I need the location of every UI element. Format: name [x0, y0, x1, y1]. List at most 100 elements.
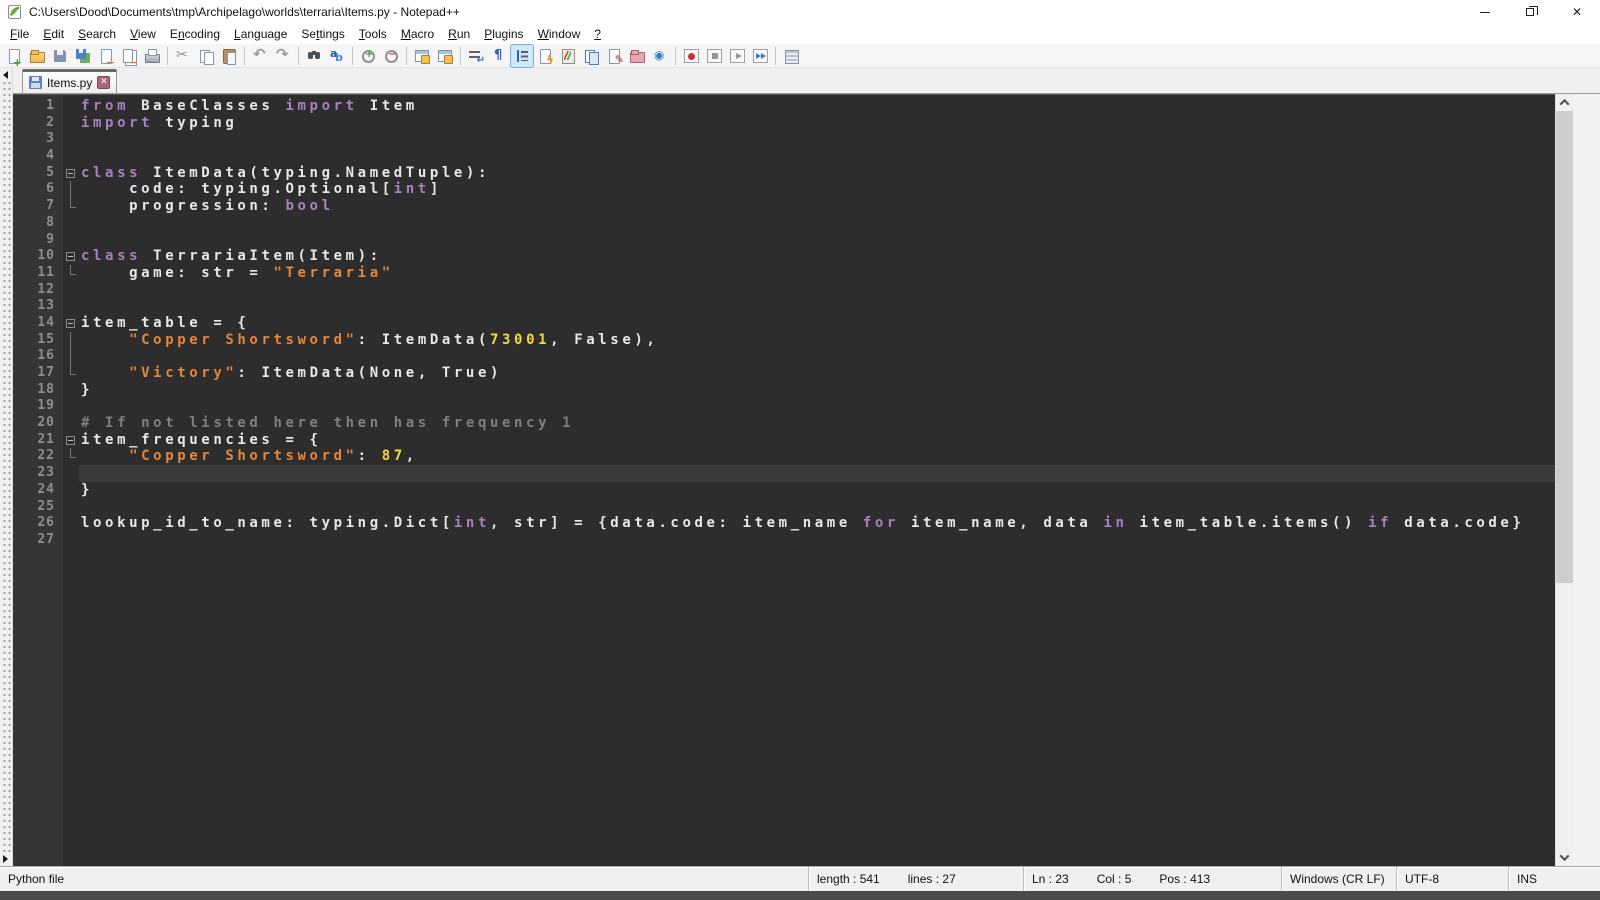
open-file-icon[interactable] [26, 45, 48, 67]
menu-tools[interactable]: Tools [352, 25, 394, 43]
sync-horizontal-scroll-icon[interactable] [434, 45, 456, 67]
line-number[interactable]: 21 [13, 432, 63, 449]
menu-search[interactable]: Search [71, 25, 123, 43]
code-line[interactable]: 4 [13, 148, 1555, 165]
folder-as-workspace-icon[interactable] [626, 45, 648, 67]
fold-marker-start[interactable] [63, 315, 79, 332]
undo-icon[interactable] [249, 45, 271, 67]
menu-view[interactable]: View [123, 25, 163, 43]
code-line[interactable]: 3 [13, 131, 1555, 148]
code-line[interactable]: 10class TerrariaItem(Item): [13, 248, 1555, 265]
line-number[interactable]: 19 [13, 398, 63, 415]
line-number[interactable]: 26 [13, 515, 63, 532]
code-line[interactable]: 9 [13, 232, 1555, 249]
line-number[interactable]: 12 [13, 282, 63, 299]
zoom-in-icon[interactable] [357, 45, 379, 67]
code-line[interactable]: 11 game: str = "Terraria" [13, 265, 1555, 282]
save-all-icon[interactable] [72, 45, 94, 67]
code-line[interactable]: 17 "Victory": ItemData(None, True) [13, 365, 1555, 382]
line-number[interactable]: 23 [13, 465, 63, 482]
menu-run[interactable]: Run [441, 25, 477, 43]
close-button[interactable]: ✕ [1554, 0, 1600, 24]
code-line[interactable]: 25 [13, 499, 1555, 516]
tab-close-icon[interactable] [97, 76, 110, 89]
menu-plugins[interactable]: Plugins [477, 25, 530, 43]
code-line[interactable]: 24} [13, 482, 1555, 499]
line-number[interactable]: 2 [13, 115, 63, 132]
line-number[interactable]: 27 [13, 532, 63, 549]
redo-icon[interactable] [272, 45, 294, 67]
code-line[interactable]: 15 "Copper Shortsword": ItemData(73001, … [13, 332, 1555, 349]
code-line[interactable]: 21item_frequencies = { [13, 432, 1555, 449]
macro-run-multiple-icon[interactable] [749, 45, 771, 67]
code-line[interactable]: 26lookup_id_to_name: typing.Dict[int, st… [13, 515, 1555, 532]
line-number[interactable]: 7 [13, 198, 63, 215]
fold-marker-start[interactable] [63, 432, 79, 449]
line-number[interactable]: 15 [13, 332, 63, 349]
word-wrap-icon[interactable] [465, 45, 487, 67]
code-line[interactable]: 12 [13, 282, 1555, 299]
zoom-out-icon[interactable] [380, 45, 402, 67]
new-file-icon[interactable] [3, 45, 25, 67]
line-number[interactable]: 14 [13, 315, 63, 332]
menu-help[interactable]: ? [587, 25, 608, 43]
tab-items-py[interactable]: Items.py [22, 69, 117, 93]
code-line[interactable]: 1from BaseClasses import Item [13, 98, 1555, 115]
close-file-icon[interactable] [95, 45, 117, 67]
define-language-icon[interactable] [603, 45, 625, 67]
save-file-icon[interactable] [49, 45, 71, 67]
menu-encoding[interactable]: Encoding [163, 25, 227, 43]
editor[interactable]: 1from BaseClasses import Item2import typ… [13, 94, 1555, 866]
line-number[interactable]: 25 [13, 499, 63, 516]
print-icon[interactable] [141, 45, 163, 67]
menu-macro[interactable]: Macro [394, 25, 441, 43]
maximize-button[interactable] [1508, 0, 1554, 24]
code-area[interactable]: 1from BaseClasses import Item2import typ… [13, 95, 1555, 866]
menu-edit[interactable]: Edit [36, 25, 71, 43]
line-number[interactable]: 16 [13, 348, 63, 365]
code-line-current[interactable]: 23 [13, 465, 1555, 482]
monitoring-icon[interactable] [649, 45, 671, 67]
menu-settings[interactable]: Settings [294, 25, 351, 43]
code-line[interactable]: 2import typing [13, 115, 1555, 132]
dock-expand-arrow-icon[interactable] [3, 855, 8, 863]
dock-strip[interactable] [0, 68, 13, 866]
line-number[interactable]: 1 [13, 98, 63, 115]
line-number[interactable]: 24 [13, 482, 63, 499]
line-number[interactable]: 18 [13, 382, 63, 399]
line-number[interactable]: 11 [13, 265, 63, 282]
menu-file[interactable]: File [3, 25, 36, 43]
replace-icon[interactable] [326, 45, 348, 67]
close-all-icon[interactable] [118, 45, 140, 67]
scrollbar-track[interactable] [1556, 111, 1573, 849]
code-line[interactable]: 6 code: typing.Optional[int] [13, 181, 1555, 198]
dock-collapse-arrow-icon[interactable] [3, 71, 8, 79]
macro-save-icon[interactable] [780, 45, 802, 67]
code-line[interactable]: 18} [13, 382, 1555, 399]
line-number[interactable]: 9 [13, 232, 63, 249]
minimize-button[interactable] [1462, 0, 1508, 24]
line-number[interactable]: 17 [13, 365, 63, 382]
find-icon[interactable] [303, 45, 325, 67]
vertical-scrollbar[interactable] [1555, 94, 1573, 866]
line-number[interactable]: 22 [13, 448, 63, 465]
line-number[interactable]: 13 [13, 298, 63, 315]
show-all-characters-icon[interactable] [488, 45, 510, 67]
document-map-icon[interactable] [557, 45, 579, 67]
code-line[interactable]: 22 "Copper Shortsword": 87, [13, 448, 1555, 465]
code-line[interactable]: 13 [13, 298, 1555, 315]
sync-vertical-scroll-icon[interactable] [411, 45, 433, 67]
scrollbar-thumb[interactable] [1556, 111, 1573, 583]
function-list-icon[interactable] [534, 45, 556, 67]
show-indent-guide-icon[interactable] [511, 45, 533, 67]
fold-marker-start[interactable] [63, 248, 79, 265]
line-number[interactable]: 5 [13, 165, 63, 182]
fold-marker-start[interactable] [63, 165, 79, 182]
macro-stop-icon[interactable] [703, 45, 725, 67]
code-line[interactable]: 20# If not listed here then has frequenc… [13, 415, 1555, 432]
cut-icon[interactable] [172, 45, 194, 67]
line-number[interactable]: 8 [13, 215, 63, 232]
macro-playback-icon[interactable] [726, 45, 748, 67]
line-number[interactable]: 3 [13, 131, 63, 148]
code-line[interactable]: 27 [13, 532, 1555, 549]
